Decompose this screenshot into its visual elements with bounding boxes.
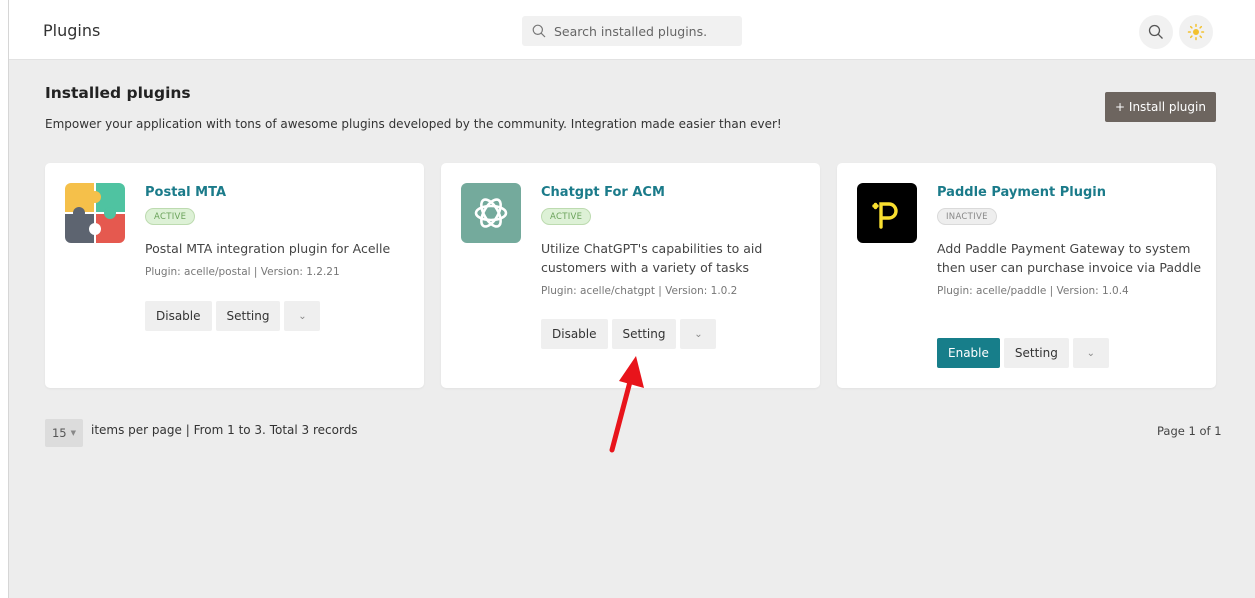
setting-button[interactable]: Setting <box>611 319 677 349</box>
plugin-card-paddle: Paddle Payment Plugin INACTIVE Add Paddl… <box>837 163 1216 388</box>
setting-button[interactable]: Setting <box>215 301 281 331</box>
chevron-down-icon[interactable]: ⌄ <box>284 301 321 331</box>
per-page-select[interactable]: 15 ▼ <box>45 419 83 447</box>
caret-down-icon: ▼ <box>70 429 77 437</box>
chevron-down-icon[interactable]: ⌄ <box>680 319 717 349</box>
search-input[interactable]: Search installed plugins. <box>522 16 742 46</box>
per-page-value: 15 <box>51 426 67 440</box>
plugin-title[interactable]: Postal MTA <box>145 185 226 200</box>
search-button[interactable] <box>1139 15 1173 49</box>
plugin-meta: Plugin: acelle/paddle | Version: 1.0.4 <box>937 285 1129 297</box>
plugin-meta: Plugin: acelle/postal | Version: 1.2.21 <box>145 266 340 278</box>
plugin-card-postal: Postal MTA ACTIVE Postal MTA integration… <box>45 163 424 388</box>
status-badge: ACTIVE <box>145 208 196 225</box>
search-placeholder: Search installed plugins. <box>554 23 708 39</box>
plugin-title[interactable]: Paddle Payment Plugin <box>937 185 1106 200</box>
enable-button[interactable]: Enable <box>937 338 1000 368</box>
plugin-description: Postal MTA integration plugin for Acelle… <box>145 239 410 279</box>
description-text: Utilize ChatGPT's capabilities to aid cu… <box>541 241 763 275</box>
status-badge: ACTIVE <box>541 208 592 225</box>
theme-toggle-button[interactable] <box>1179 15 1213 49</box>
paddle-logo-icon <box>857 183 917 243</box>
openai-logo-icon <box>461 183 521 243</box>
search-icon <box>1148 24 1163 39</box>
disable-button[interactable]: Disable <box>541 319 608 349</box>
plugin-description: Add Paddle Payment Gateway to system the… <box>937 239 1202 298</box>
section-heading: Installed plugins <box>45 84 191 102</box>
setting-button[interactable]: Setting <box>1003 338 1069 368</box>
description-text: Add Paddle Payment Gateway to system the… <box>937 241 1202 275</box>
puzzle-logo-icon <box>65 183 125 243</box>
plugin-description: Utilize ChatGPT's capabilities to aid cu… <box>541 239 806 298</box>
plugin-actions: Disable Setting ⌄ <box>541 319 717 349</box>
app-frame: Plugins Search installed plugins. Instal… <box>0 0 1255 598</box>
pagination-summary: items per page | From 1 to 3. Total 3 re… <box>91 423 358 437</box>
description-text: Postal MTA integration plugin for Acelle <box>145 241 391 256</box>
status-badge: INACTIVE <box>937 208 997 225</box>
chevron-down-icon[interactable]: ⌄ <box>1072 338 1109 368</box>
plugin-meta: Plugin: acelle/chatgpt | Version: 1.0.2 <box>541 285 738 297</box>
top-bar: Plugins Search installed plugins. <box>9 0 1255 60</box>
red-arrow-annotation-icon <box>609 356 644 453</box>
page-indicator: Page 1 of 1 <box>1157 424 1222 438</box>
page-title: Plugins <box>43 21 101 40</box>
disable-button[interactable]: Disable <box>145 301 212 331</box>
sun-icon <box>1187 23 1205 41</box>
section-subheading: Empower your application with tons of aw… <box>45 117 782 131</box>
plugin-actions: Enable Setting ⌄ <box>937 338 1109 368</box>
plugin-title[interactable]: Chatgpt For ACM <box>541 185 665 200</box>
plugin-actions: Disable Setting ⌄ <box>145 301 321 331</box>
install-plugin-button[interactable]: + Install plugin <box>1105 92 1216 122</box>
search-icon <box>532 24 546 38</box>
